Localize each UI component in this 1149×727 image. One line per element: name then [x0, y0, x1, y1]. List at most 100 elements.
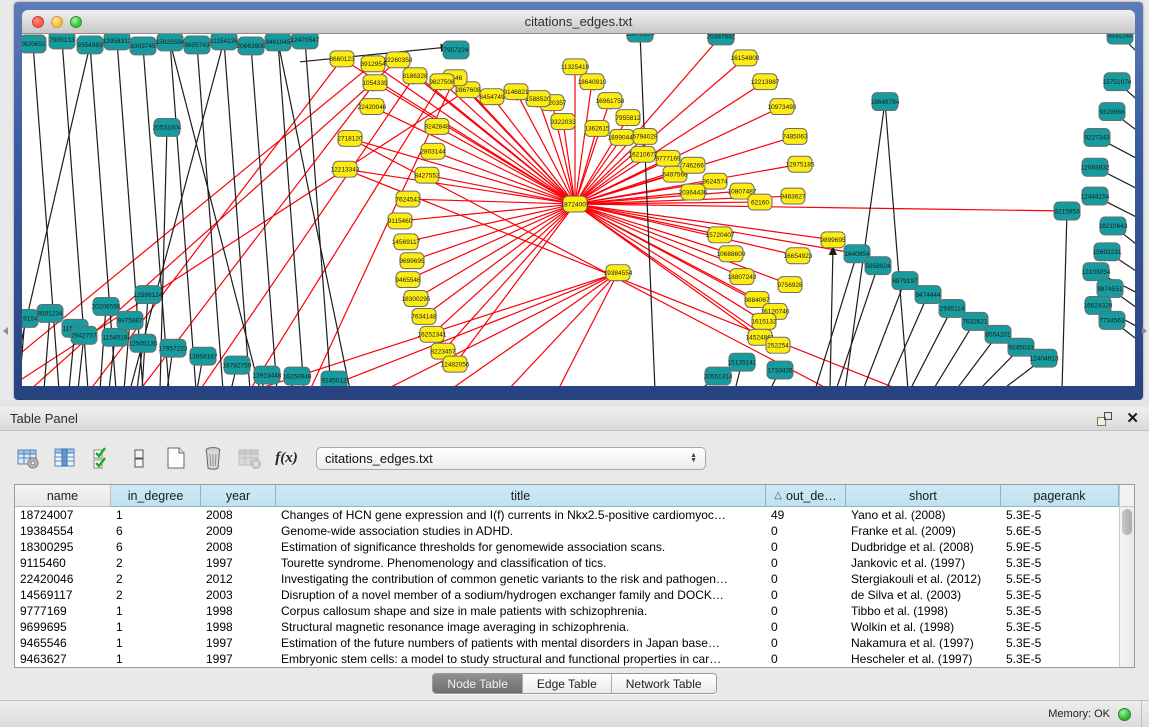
graph-node[interactable]: [786, 248, 810, 264]
column-header-short[interactable]: short: [846, 485, 1001, 507]
graph-node[interactable]: [585, 121, 609, 137]
graph-node[interactable]: [1082, 158, 1108, 176]
graph-node[interactable]: [1099, 103, 1125, 121]
tab-network-table[interactable]: Network Table: [612, 674, 716, 693]
table-row[interactable]: 946554611997Estimation of the future num…: [15, 635, 1119, 651]
graph-node[interactable]: [1104, 73, 1130, 91]
graph-node[interactable]: [443, 41, 469, 59]
graph-node[interactable]: [333, 161, 357, 177]
table-row[interactable]: 1938455462009Genome-wide association stu…: [15, 523, 1119, 539]
graph-node[interactable]: [766, 337, 790, 353]
table-row[interactable]: 946362711997Embryonic stem cells: a mode…: [15, 651, 1119, 667]
graph-node[interactable]: [504, 84, 528, 100]
graph-node[interactable]: [703, 173, 727, 189]
graph-node[interactable]: [781, 188, 805, 204]
graph-node[interactable]: [767, 361, 793, 379]
graph-node[interactable]: [403, 68, 427, 84]
graph-node[interactable]: [526, 91, 550, 107]
graph-node[interactable]: [656, 150, 680, 166]
graph-node[interactable]: [551, 114, 575, 130]
graph-node[interactable]: [1054, 202, 1080, 220]
tab-edge-table[interactable]: Edge Table: [523, 674, 612, 693]
graph-node[interactable]: [821, 232, 845, 248]
graph-node[interactable]: [254, 366, 280, 384]
graph-node[interactable]: [400, 253, 424, 269]
float-panel-icon[interactable]: [1097, 412, 1112, 426]
graph-node[interactable]: [733, 50, 757, 66]
graph-node[interactable]: [104, 34, 130, 50]
graph-node[interactable]: [284, 367, 310, 385]
graph-node[interactable]: [211, 34, 237, 50]
delete-rows-icon[interactable]: [199, 445, 226, 472]
table-row[interactable]: 977716911998Corpus callosum shape and si…: [15, 603, 1119, 619]
table-row[interactable]: 1456911722003Disruption of a novel membe…: [15, 587, 1119, 603]
graph-node[interactable]: [238, 37, 264, 55]
graph-node[interactable]: [22, 309, 38, 327]
graph-node[interactable]: [396, 191, 420, 207]
graph-node[interactable]: [37, 304, 63, 322]
table-row[interactable]: 911546021997Tourette syndrome. Phenomeno…: [15, 555, 1119, 571]
graph-node[interactable]: [778, 277, 802, 293]
column-header-name[interactable]: name: [15, 485, 111, 507]
graph-node[interactable]: [330, 51, 354, 67]
table-row[interactable]: 1830029562008Estimation of significance …: [15, 539, 1119, 555]
table-row[interactable]: 969969511998Structural magnetic resonanc…: [15, 619, 1119, 635]
graph-node[interactable]: [729, 353, 755, 371]
table-scrollbar[interactable]: [1119, 485, 1134, 667]
graph-node[interactable]: [705, 367, 731, 385]
delete-table-icon[interactable]: [236, 445, 263, 472]
graph-node[interactable]: [962, 312, 988, 330]
network-canvas[interactable]: 1872400711325419186409101696175879558121…: [22, 34, 1135, 386]
graph-node[interactable]: [321, 371, 347, 386]
graph-node[interactable]: [93, 298, 119, 316]
graph-node[interactable]: [430, 74, 454, 90]
graph-node[interactable]: [563, 59, 587, 75]
graph-node[interactable]: [190, 347, 216, 365]
column-header-year[interactable]: year: [201, 485, 276, 507]
graph-node[interactable]: [580, 74, 604, 90]
graph-node[interactable]: [338, 130, 362, 146]
scrollbar-track[interactable]: [1120, 507, 1134, 667]
table-settings-icon[interactable]: [14, 445, 41, 472]
left-panel-grip[interactable]: [3, 327, 8, 335]
graph-node[interactable]: [753, 74, 777, 90]
network-window-titlebar[interactable]: citations_edges.txt: [22, 10, 1135, 34]
citation-network-graph[interactable]: 1872400711325419186409101696175879558121…: [22, 34, 1135, 386]
graph-node[interactable]: [865, 257, 891, 275]
graph-node[interactable]: [1084, 128, 1110, 146]
graph-node[interactable]: [71, 326, 97, 344]
graph-node[interactable]: [130, 37, 156, 55]
graph-node[interactable]: [480, 89, 504, 105]
graph-node[interactable]: [985, 325, 1011, 343]
graph-node[interactable]: [915, 286, 941, 304]
graph-node[interactable]: [872, 93, 898, 111]
graph-node[interactable]: [421, 143, 445, 159]
table-selector-dropdown[interactable]: citations_edges.txt ▲▼: [316, 447, 706, 470]
graph-node[interactable]: [719, 246, 743, 262]
graph-node[interactable]: [396, 272, 420, 288]
scrollbar-thumb[interactable]: [1122, 509, 1132, 535]
graph-node[interactable]: [117, 311, 143, 329]
select-rows-icon[interactable]: [88, 445, 115, 472]
memory-status-dot[interactable]: [1118, 708, 1131, 721]
graph-node[interactable]: [681, 184, 705, 200]
graph-node[interactable]: [77, 36, 103, 54]
graph-node[interactable]: [627, 34, 653, 42]
graph-node[interactable]: [412, 308, 436, 324]
column-header-title[interactable]: title: [276, 485, 766, 507]
column-header-out_de[interactable]: △out_de…: [766, 485, 846, 507]
graph-node[interactable]: [598, 93, 622, 109]
graph-node[interactable]: [631, 146, 655, 162]
graph-node[interactable]: [102, 328, 128, 346]
graph-node[interactable]: [610, 129, 634, 145]
graph-node[interactable]: [748, 194, 772, 210]
graph-node[interactable]: [606, 265, 630, 281]
graph-node[interactable]: [160, 339, 186, 357]
graph-node[interactable]: [616, 110, 640, 126]
new-table-icon[interactable]: [162, 445, 189, 472]
graph-node[interactable]: [633, 128, 657, 144]
graph-node[interactable]: [770, 99, 794, 115]
graph-node[interactable]: [730, 269, 754, 285]
graph-node[interactable]: [49, 34, 75, 49]
graph-node[interactable]: [1082, 187, 1108, 205]
